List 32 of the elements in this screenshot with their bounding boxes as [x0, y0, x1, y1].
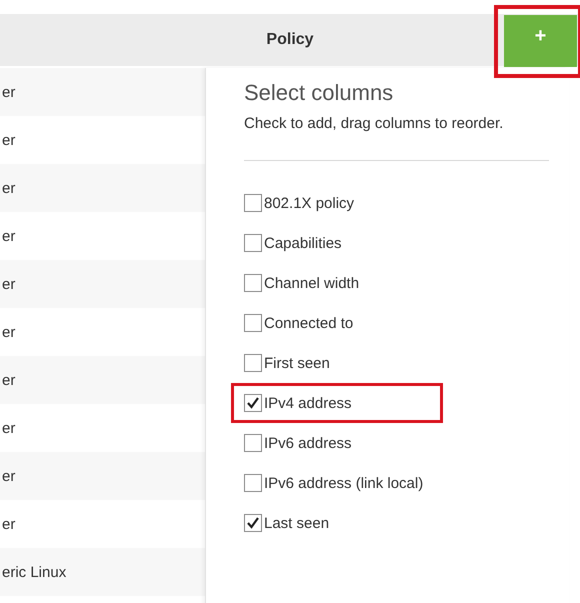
- checkbox[interactable]: [244, 194, 262, 212]
- column-option[interactable]: IPv6 address: [244, 434, 352, 452]
- table-cell: er: [2, 84, 16, 100]
- column-header: Policy: [266, 31, 314, 49]
- column-option[interactable]: First seen: [244, 354, 330, 372]
- column-option[interactable]: Connected to: [244, 314, 354, 332]
- column-option[interactable]: IPv4 address: [244, 394, 352, 412]
- panel-title: Select columns: [244, 80, 394, 106]
- table-cell: er: [2, 324, 16, 340]
- checkbox[interactable]: [244, 394, 262, 412]
- table-cell: er: [2, 276, 16, 292]
- table-cell: eric Linux: [2, 564, 66, 580]
- table-cell: er: [2, 132, 16, 148]
- table-cell: er: [2, 372, 16, 388]
- column-option[interactable]: IPv6 address (link local): [244, 474, 424, 492]
- panel-hint: Check to add, drag columns to reorder.: [244, 114, 504, 134]
- checkbox[interactable]: [244, 514, 262, 532]
- checkbox[interactable]: [244, 354, 262, 372]
- checkbox[interactable]: [244, 474, 262, 492]
- table-cell: er: [2, 468, 16, 484]
- column-option[interactable]: 802.1X policy: [244, 194, 354, 212]
- table-cell: er: [2, 516, 16, 532]
- checkbox[interactable]: [244, 314, 262, 332]
- table-cell: er: [2, 180, 16, 196]
- table-cell: er: [2, 420, 16, 436]
- checkbox[interactable]: [244, 234, 262, 252]
- table-cell: er: [2, 228, 16, 244]
- checkbox[interactable]: [244, 434, 262, 452]
- checkbox[interactable]: [244, 274, 262, 292]
- column-option[interactable]: Capabilities: [244, 234, 342, 252]
- column-option[interactable]: Last seen: [244, 514, 330, 532]
- column-option[interactable]: Channel width: [244, 274, 360, 292]
